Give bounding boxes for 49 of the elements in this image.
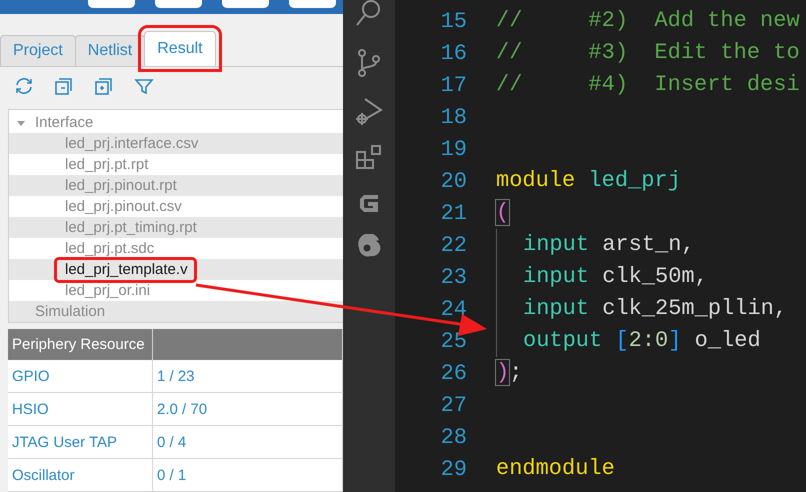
line-number: 21 [440,200,467,226]
tree-file[interactable]: led_prj.pinout.csv [57,196,188,217]
run-debug-icon[interactable] [355,96,383,126]
code-line: // #4) Insert desi [496,71,800,99]
tree-file[interactable]: led_prj_or.ini [57,280,156,301]
line-number: 23 [440,264,467,290]
branch-icon[interactable] [356,48,382,78]
code-line: // #2) Add the new [496,7,800,35]
refresh-icon[interactable] [14,76,34,96]
eye-logo-icon[interactable] [356,234,382,258]
table-cell: JTAG User TAP [8,426,153,459]
line-number: 15 [440,8,467,34]
collapse-all-icon[interactable] [54,76,74,96]
toolbar-button[interactable] [88,0,135,8]
line-number: 29 [440,456,467,482]
expand-all-icon[interactable] [94,76,114,96]
line-number: 19 [440,136,467,162]
line-number: 26 [440,360,467,386]
code-line: // #3) Edit the to [496,39,800,67]
toolbar-button[interactable] [222,0,269,8]
code-line: output [2:0] o_led [496,325,761,357]
code-line: module led_prj [496,167,681,195]
code-line: ); [496,359,522,387]
line-number: 17 [440,72,467,98]
caret-icon[interactable] [17,118,25,127]
line-number: 18 [440,104,467,130]
line-number: 24 [440,296,467,322]
code-line: input clk_25m_pllin, [496,293,788,325]
extensions-icon[interactable] [355,144,383,172]
code-line: input clk_50m, [496,261,708,293]
toolbar-button[interactable] [289,0,336,8]
line-number: 28 [440,424,467,450]
tab[interactable]: Netlist [74,34,146,66]
code-line: input arst_n, [496,229,695,261]
column-header: Periphery Resource [8,329,153,360]
tree-folder[interactable]: Interface [35,112,100,133]
line-number: 27 [440,392,467,418]
tab[interactable]: Project [0,34,76,66]
table-cell: Oscillator [8,459,153,492]
table-cell: GPIO [8,360,153,393]
tree-file[interactable]: led_prj.pt.rpt [57,154,154,175]
line-number: 22 [440,232,467,258]
toolbar-button[interactable] [155,0,202,8]
code-line: ( [496,199,510,227]
line-number: 20 [440,168,467,194]
code-line: endmodule [496,455,615,483]
line-number: 16 [440,40,467,66]
table-cell: HSIO [8,393,153,426]
tree-file[interactable]: led_prj.pt.sdc [57,238,160,259]
